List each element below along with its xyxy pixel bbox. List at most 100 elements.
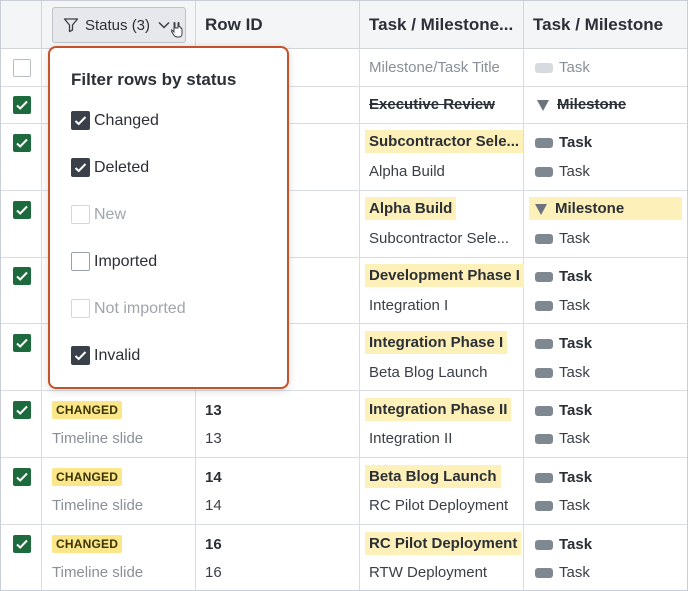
row-id-cell: 13 xyxy=(205,430,222,447)
row-checkbox[interactable] xyxy=(13,535,31,553)
task-title-cell: Integration Phase II xyxy=(365,398,512,421)
task-icon xyxy=(535,234,553,245)
header-divider xyxy=(41,1,42,49)
checkbox-unchecked[interactable] xyxy=(71,252,90,271)
task-title-cell: RTW Deployment xyxy=(369,564,488,581)
task-icon xyxy=(535,540,553,551)
row-checkbox[interactable] xyxy=(13,267,31,285)
filter-option-label: Changed xyxy=(94,111,159,129)
task-icon xyxy=(535,167,553,178)
milestone-icon xyxy=(537,99,549,111)
checkbox-disabled xyxy=(71,299,90,318)
col-divider xyxy=(523,1,524,590)
check-icon xyxy=(74,116,87,126)
task-title-cell: Integration I xyxy=(369,297,449,314)
row-divider xyxy=(1,524,687,525)
row-id-cell: 14 xyxy=(205,497,222,514)
task-title-cell: Integration II xyxy=(369,430,453,447)
type-cell: Task xyxy=(535,364,590,381)
column-header-task-milestone-1[interactable]: Task / Milestone... xyxy=(369,1,519,49)
task-icon xyxy=(535,473,553,484)
popup-title: Filter rows by status xyxy=(71,70,237,89)
filter-option-new: New xyxy=(71,205,126,224)
row-id-cell: 16 xyxy=(205,536,222,553)
checkbox-disabled xyxy=(71,205,90,224)
type-cell: Task xyxy=(535,497,590,514)
row-id-cell: 13 xyxy=(205,402,222,419)
status-badge: CHANGED xyxy=(52,468,123,486)
row-checkbox[interactable] xyxy=(13,468,31,486)
filter-option-label: Imported xyxy=(94,252,158,270)
checkbox-checked[interactable] xyxy=(71,346,90,365)
status-filter-popup: Filter rows by status Changed Deleted Ne… xyxy=(48,46,289,389)
filter-option-deleted[interactable]: Deleted xyxy=(71,158,149,177)
header-divider xyxy=(523,1,524,49)
type-cell: Task xyxy=(535,469,592,486)
row-divider xyxy=(1,390,687,391)
col-divider xyxy=(41,1,42,590)
check-icon xyxy=(74,351,87,361)
type-cell: Task xyxy=(535,59,590,76)
checkbox-checked[interactable] xyxy=(71,158,90,177)
check-icon xyxy=(16,539,28,549)
type-cell: Task xyxy=(535,564,590,581)
task-title-cell: Alpha Build xyxy=(365,197,457,220)
task-title-cell: Executive Review xyxy=(369,96,495,113)
task-title-cell: Subcontractor Sele... xyxy=(365,130,524,153)
row-checkbox[interactable] xyxy=(13,134,31,152)
task-title-cell: Development Phase I xyxy=(365,264,524,287)
row-divider xyxy=(1,457,687,458)
slide-cell: Timeline slide xyxy=(52,497,144,514)
table-header: Status (3) Row ID Task / Milestone... Ta… xyxy=(1,1,687,49)
status-filter-label: Status (3) xyxy=(85,16,151,34)
cursor-pointer-icon xyxy=(171,22,183,38)
filter-option-imported[interactable]: Imported xyxy=(71,252,157,271)
task-icon xyxy=(535,63,553,74)
filter-option-changed[interactable]: Changed xyxy=(71,111,159,130)
status-filter-button[interactable]: Status (3) xyxy=(52,7,186,43)
column-header-row-id[interactable]: Row ID xyxy=(205,1,263,49)
check-icon xyxy=(16,205,28,215)
task-title-cell: Beta Blog Launch xyxy=(365,465,501,488)
filter-option-label: Deleted xyxy=(94,158,150,176)
task-icon xyxy=(535,568,553,579)
milestone-icon xyxy=(535,203,547,215)
type-cell: Task xyxy=(535,268,592,285)
task-icon xyxy=(535,501,553,512)
type-cell: Task xyxy=(535,402,592,419)
task-icon xyxy=(535,301,553,312)
type-cell: Task xyxy=(535,297,590,314)
row-checkbox[interactable] xyxy=(13,59,31,77)
check-icon xyxy=(16,338,28,348)
filter-option-label: Not imported xyxy=(94,299,186,317)
slide-cell: Timeline slide xyxy=(52,430,144,447)
task-icon xyxy=(535,272,553,283)
filter-option-not-imported: Not imported xyxy=(71,299,186,318)
check-icon xyxy=(16,472,28,482)
type-cell: Task xyxy=(535,134,592,151)
task-title-cell: Integration Phase I xyxy=(365,331,508,354)
status-badge: CHANGED xyxy=(52,401,123,419)
status-badge: CHANGED xyxy=(52,535,123,553)
task-icon xyxy=(535,368,553,379)
type-cell: Milestone xyxy=(529,197,682,220)
header-divider xyxy=(359,1,360,49)
filter-option-label: New xyxy=(94,205,127,223)
filter-option-invalid[interactable]: Invalid xyxy=(71,346,140,365)
type-cell: Task xyxy=(535,536,592,553)
check-icon xyxy=(16,100,28,110)
row-id-cell: 16 xyxy=(205,564,222,581)
row-checkbox[interactable] xyxy=(13,201,31,219)
slide-cell: Timeline slide xyxy=(52,564,144,581)
check-icon xyxy=(16,405,28,415)
header-divider xyxy=(195,1,196,49)
task-icon xyxy=(535,339,553,350)
col-divider xyxy=(359,1,360,590)
row-checkbox[interactable] xyxy=(13,334,31,352)
task-title-cell: Subcontractor Sele... xyxy=(369,230,510,247)
checkbox-checked[interactable] xyxy=(71,111,90,130)
row-checkbox[interactable] xyxy=(13,401,31,419)
row-checkbox[interactable] xyxy=(13,96,31,114)
column-header-task-milestone-2[interactable]: Task / Milestone xyxy=(533,1,663,49)
chevron-down-icon xyxy=(158,21,170,29)
